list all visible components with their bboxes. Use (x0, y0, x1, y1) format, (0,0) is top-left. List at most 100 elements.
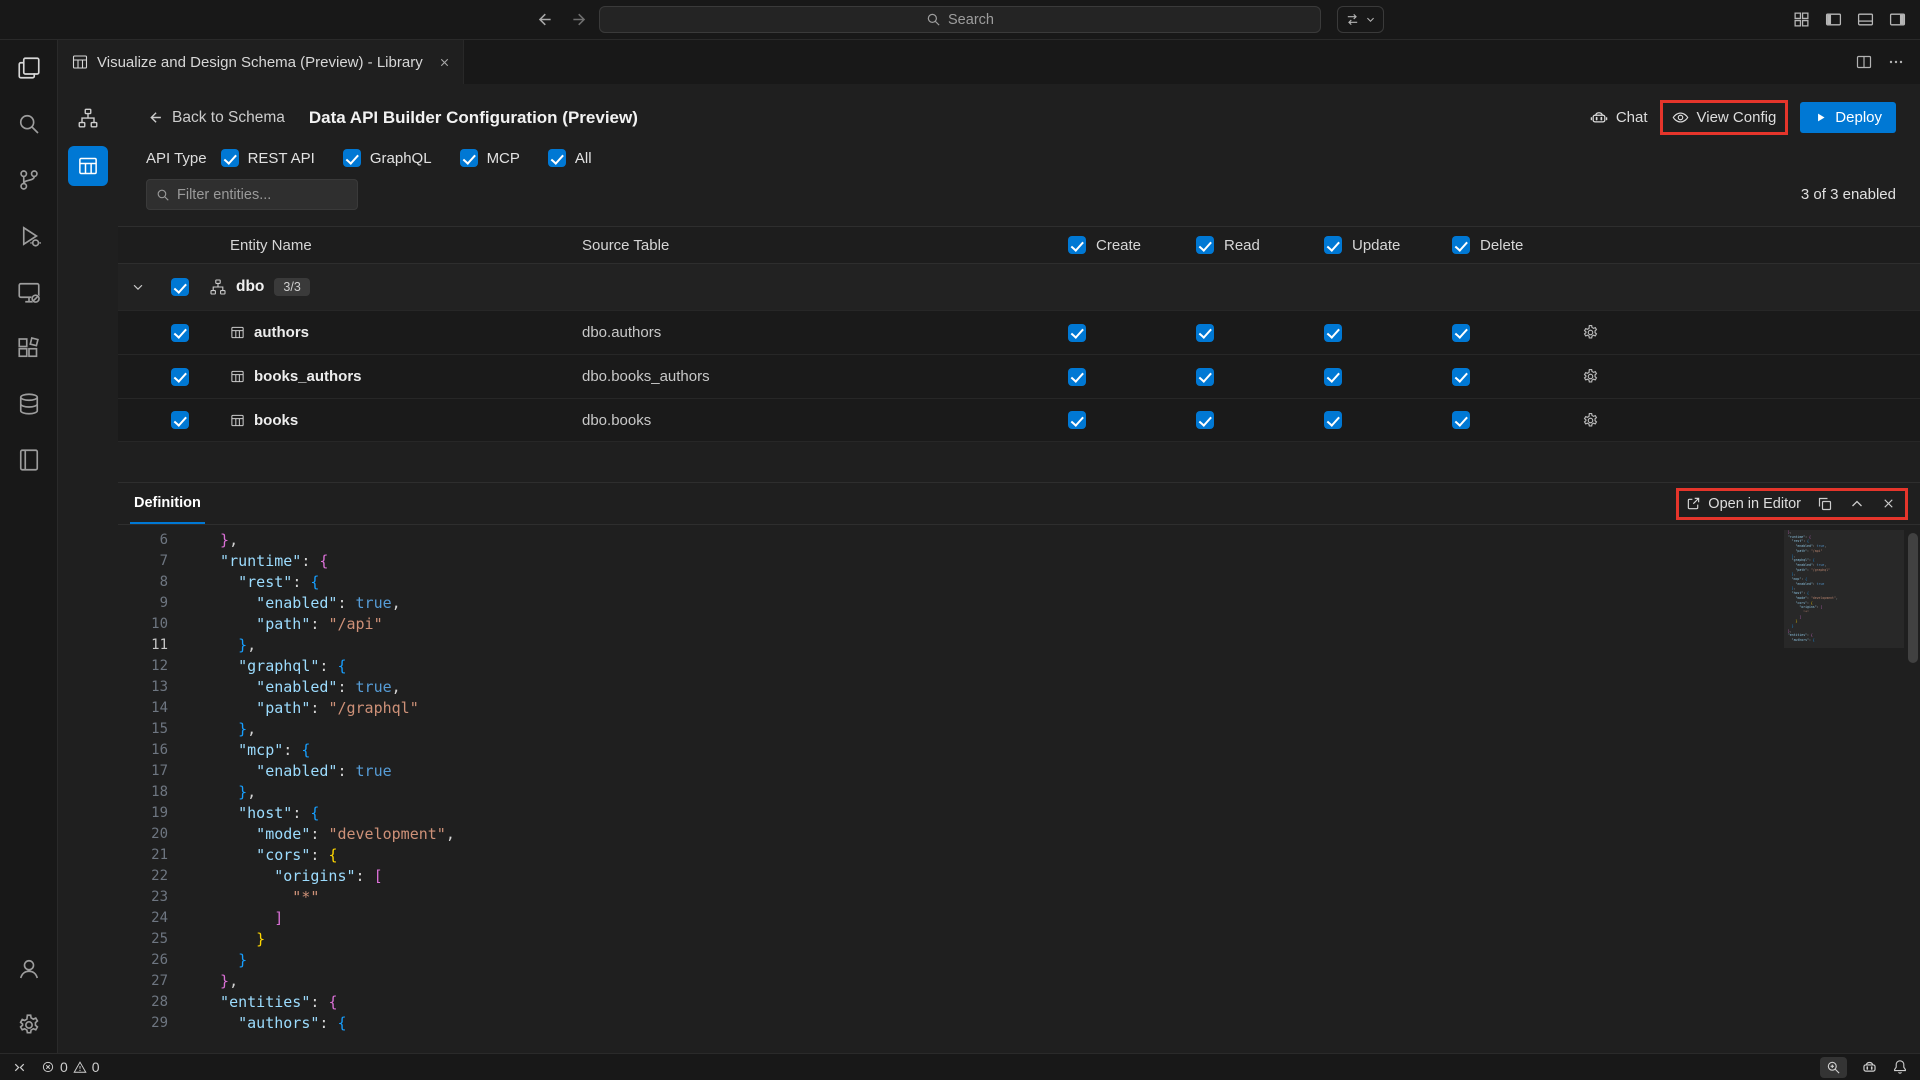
customize-layout-icon[interactable] (1793, 11, 1810, 28)
api-type-all[interactable]: All (548, 149, 592, 167)
sidebar-item-run-debug[interactable] (0, 208, 58, 264)
checkbox-books-read[interactable] (1196, 411, 1214, 429)
navigate-forward-icon[interactable] (571, 10, 590, 29)
checkbox-authors-delete[interactable] (1452, 324, 1470, 342)
scrollbar-thumb[interactable] (1908, 533, 1918, 663)
back-to-schema-button[interactable]: Back to Schema (146, 109, 285, 127)
chat-button[interactable]: Chat (1590, 109, 1648, 127)
window-title-bar: Search (0, 0, 1920, 40)
eye-icon (1672, 109, 1689, 126)
copilot-icon (1590, 109, 1608, 127)
schema-designer-icon (72, 54, 88, 70)
checkbox-rest-api[interactable] (221, 149, 239, 167)
remote-indicator-icon[interactable] (12, 1060, 27, 1075)
sidebar-item-search[interactable] (0, 96, 58, 152)
close-panel-icon[interactable] (1881, 496, 1896, 511)
checkbox-row-books[interactable] (171, 411, 189, 429)
session-switch-button[interactable] (1337, 6, 1384, 33)
group-name: dbo (236, 278, 264, 296)
schema-diagram-view-icon[interactable] (68, 98, 108, 138)
checkbox-books-authors-create[interactable] (1068, 368, 1086, 386)
arrow-left-icon (146, 109, 163, 126)
table-row[interactable]: books_authors dbo.books_authors (118, 354, 1920, 398)
checkbox-group-dbo[interactable] (171, 278, 189, 296)
search-icon (156, 188, 170, 202)
checkbox-read-all[interactable] (1196, 236, 1214, 254)
deploy-button[interactable]: Deploy (1800, 102, 1896, 133)
row-settings-gear-icon[interactable] (1580, 324, 1690, 341)
column-header-source-table: Source Table (582, 237, 1068, 254)
checkbox-books-authors-delete[interactable] (1452, 368, 1470, 386)
config-header: Back to Schema Data API Builder Configur… (118, 84, 1920, 139)
status-bar: 0 0 (0, 1053, 1920, 1080)
copilot-status-icon[interactable] (1861, 1059, 1878, 1076)
collapse-panel-chevron-up-icon[interactable] (1849, 496, 1865, 512)
row-settings-gear-icon[interactable] (1580, 412, 1690, 429)
more-actions-icon[interactable] (1888, 54, 1904, 70)
sidebar-item-notebooks[interactable] (0, 432, 58, 488)
sidebar-item-remote-explorer[interactable] (0, 264, 58, 320)
chevron-down-icon[interactable] (131, 280, 145, 294)
checkbox-authors-update[interactable] (1324, 324, 1342, 342)
command-center-search[interactable]: Search (599, 6, 1321, 33)
sidebar-item-database[interactable] (0, 376, 58, 432)
api-type-label: API Type (146, 150, 207, 167)
api-type-rest-api[interactable]: REST API (221, 149, 315, 167)
checkbox-all[interactable] (548, 149, 566, 167)
sidebar-item-explorer[interactable] (0, 40, 58, 96)
checkbox-delete-all[interactable] (1452, 236, 1470, 254)
checkbox-row-authors[interactable] (171, 324, 189, 342)
definition-panel-header: Definition Open in Editor (118, 483, 1920, 525)
open-in-editor-button[interactable]: Open in Editor (1686, 496, 1801, 512)
table-row[interactable]: books dbo.books (118, 398, 1920, 442)
table-row[interactable]: authors dbo.authors (118, 310, 1920, 354)
toggle-sidebar-icon[interactable] (1825, 11, 1842, 28)
checkbox-mcp[interactable] (460, 149, 478, 167)
api-type-graphql[interactable]: GraphQL (343, 149, 432, 167)
dab-config-panel: Back to Schema Data API Builder Configur… (118, 84, 1920, 1053)
view-config-button[interactable]: View Config (1672, 109, 1777, 126)
code-lines: 6 },7 "runtime": {8 "rest": {9 "enabled"… (118, 530, 1920, 1034)
filter-placeholder: Filter entities... (177, 187, 271, 203)
warning-count: 0 (92, 1059, 100, 1075)
toggle-secondary-sidebar-icon[interactable] (1889, 11, 1906, 28)
search-icon (926, 12, 941, 27)
settings-gear-icon[interactable] (0, 997, 58, 1053)
notifications-bell-icon[interactable] (1892, 1059, 1908, 1075)
checkbox-books-authors-update[interactable] (1324, 368, 1342, 386)
schema-group-row[interactable]: dbo 3/3 (118, 264, 1920, 310)
code-editor[interactable]: 6 },7 "runtime": {8 "rest": {9 "enabled"… (118, 525, 1920, 1053)
checkbox-update-all[interactable] (1324, 236, 1342, 254)
sidebar-item-extensions[interactable] (0, 320, 58, 376)
tab-definition[interactable]: Definition (130, 483, 205, 524)
schema-icon (210, 279, 226, 295)
navigate-back-icon[interactable] (534, 10, 553, 29)
checkbox-books-delete[interactable] (1452, 411, 1470, 429)
checkbox-authors-read[interactable] (1196, 324, 1214, 342)
table-icon (230, 369, 245, 384)
toggle-panel-icon[interactable] (1857, 11, 1874, 28)
table-designer-view-icon[interactable] (68, 146, 108, 186)
filter-entities-input[interactable]: Filter entities... (146, 179, 358, 210)
copy-icon[interactable] (1817, 496, 1833, 512)
checkbox-row-books-authors[interactable] (171, 368, 189, 386)
checkbox-books-create[interactable] (1068, 411, 1086, 429)
checkbox-authors-create[interactable] (1068, 324, 1086, 342)
zoom-indicator[interactable] (1820, 1057, 1847, 1078)
checkbox-books-authors-read[interactable] (1196, 368, 1214, 386)
checkbox-graphql[interactable] (343, 149, 361, 167)
problems-indicator[interactable]: 0 0 (41, 1059, 100, 1075)
api-type-mcp[interactable]: MCP (460, 149, 520, 167)
definition-panel: Definition Open in Editor (118, 482, 1920, 1053)
editor-tab-bar: Visualize and Design Schema (Preview) - … (58, 40, 1920, 84)
split-editor-icon[interactable] (1856, 54, 1872, 70)
account-icon[interactable] (0, 941, 58, 997)
sidebar-item-source-control[interactable] (0, 152, 58, 208)
row-settings-gear-icon[interactable] (1580, 368, 1690, 385)
checkbox-books-update[interactable] (1324, 411, 1342, 429)
checkbox-create-all[interactable] (1068, 236, 1086, 254)
tab-visualize-design-schema[interactable]: Visualize and Design Schema (Preview) - … (58, 40, 464, 84)
minimap[interactable]: }, "runtime": { "rest": { "enabled": tru… (1784, 530, 1904, 1037)
close-tab-icon[interactable] (438, 56, 451, 69)
vertical-scrollbar[interactable] (1906, 525, 1920, 1053)
